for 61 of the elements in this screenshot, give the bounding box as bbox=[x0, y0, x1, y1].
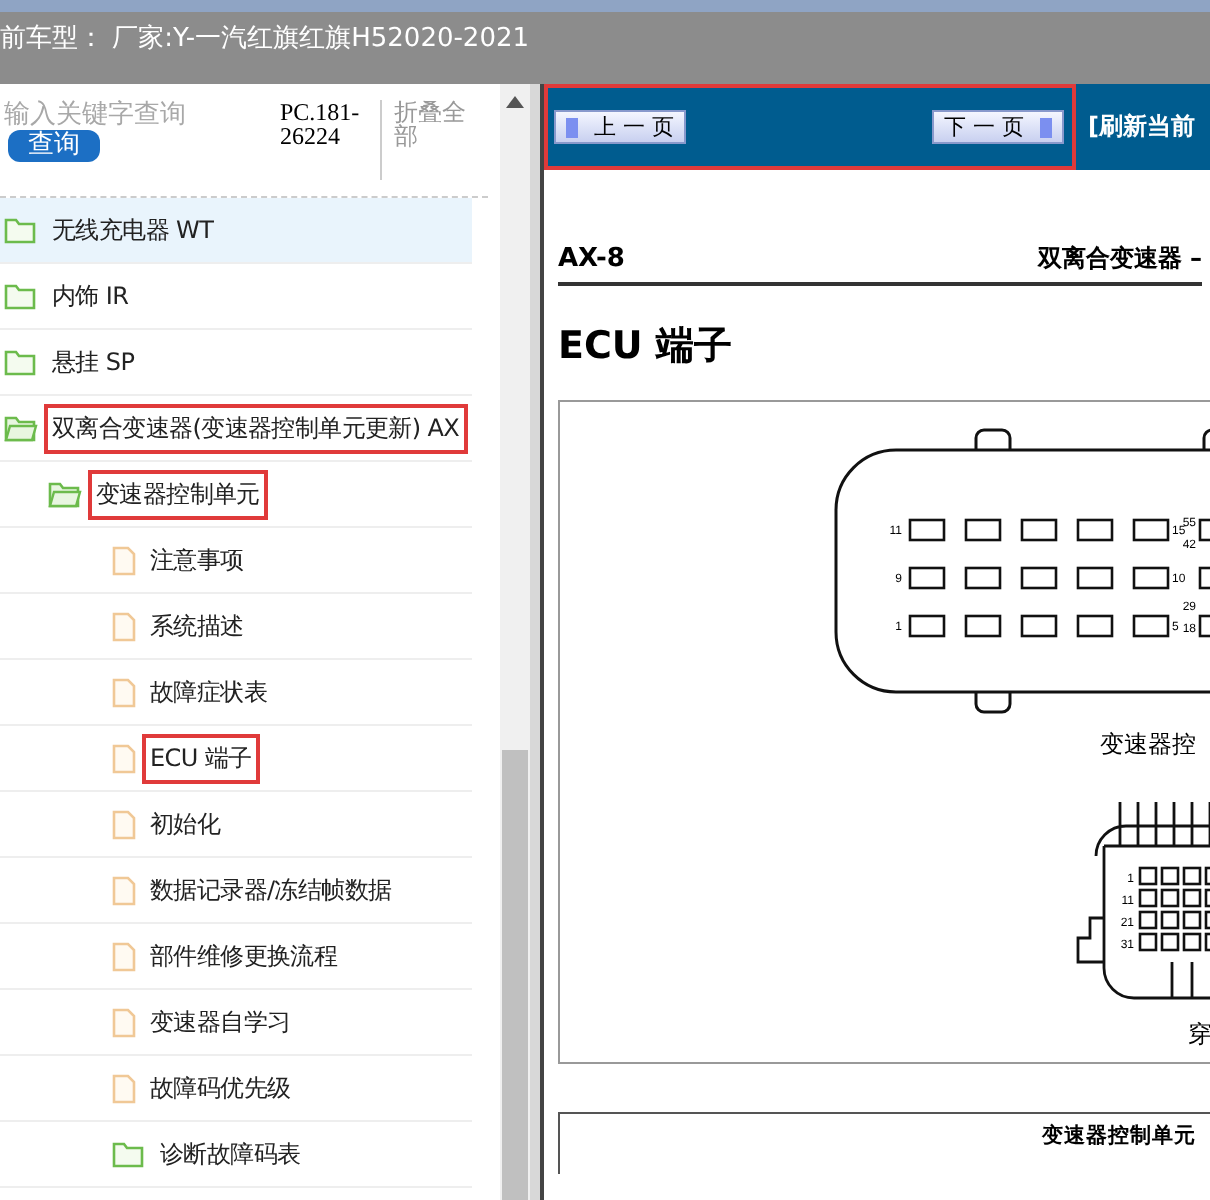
document-icon bbox=[112, 875, 136, 905]
refresh-link[interactable]: [刷新当前 bbox=[1088, 110, 1195, 144]
search-field[interactable]: 输入关键字查询 bbox=[4, 100, 264, 130]
tree-item[interactable]: 初始化 bbox=[0, 792, 472, 858]
tree-item[interactable]: 故障码优先级 bbox=[0, 1056, 472, 1122]
tree-item[interactable]: 系统描述 bbox=[0, 594, 472, 660]
tree-item[interactable]: 部件维修更换流程 bbox=[0, 924, 472, 990]
tree-item[interactable]: 数据记录器/冻结帧数据 bbox=[0, 858, 472, 924]
folder-icon bbox=[48, 480, 82, 508]
tree-item-label: 变速器控制单元 bbox=[88, 469, 268, 519]
document-icon bbox=[112, 1073, 136, 1103]
connector-caption: 穿 bbox=[1188, 1020, 1210, 1048]
section-title: 双离合变速器 – bbox=[1037, 242, 1202, 276]
document-icon bbox=[112, 1007, 136, 1037]
folder-icon bbox=[4, 282, 38, 310]
folder-icon bbox=[4, 348, 38, 376]
code-label: PC.181-26224 bbox=[280, 100, 382, 180]
tree-item[interactable]: 无线充电器 WT bbox=[0, 198, 472, 264]
scroll-up-icon[interactable] bbox=[506, 96, 524, 108]
page-number: AX-8 bbox=[558, 244, 625, 274]
folder-icon bbox=[4, 414, 38, 442]
folder-icon bbox=[4, 216, 38, 244]
tree-item-label: 内饰 IR bbox=[50, 279, 131, 313]
page-title: ECU 端子 bbox=[558, 322, 734, 372]
previous-page-button[interactable]: 上 一 页 bbox=[554, 110, 686, 144]
tree-item-label: 无线充电器 WT bbox=[50, 213, 216, 247]
document-icon bbox=[112, 941, 136, 971]
tree-item-label: 注意事项 bbox=[148, 543, 246, 577]
document-icon bbox=[112, 611, 136, 641]
tree-item[interactable]: 注意事项 bbox=[0, 528, 472, 594]
connector-caption: 变速器控 bbox=[1100, 730, 1196, 758]
tree-item-label: 系统描述 bbox=[148, 609, 246, 643]
scrollbar-thumb[interactable] bbox=[502, 750, 528, 1200]
document-icon bbox=[112, 545, 136, 575]
tree-item-label: 故障症状表 bbox=[148, 675, 270, 709]
window-title: 前车型： 厂家:Y-一汽红旗红旗H52020-2021 bbox=[0, 22, 532, 56]
folder-icon bbox=[112, 1140, 146, 1168]
tree-item-label: 部件维修更换流程 bbox=[148, 939, 340, 973]
tree-item-label: 诊断故障码表 bbox=[158, 1137, 303, 1171]
table-header: 变速器控制单元 bbox=[1042, 1121, 1196, 1152]
next-page-button[interactable]: 下 一 页 bbox=[932, 110, 1064, 144]
tree-item[interactable]: 变速器自学习 bbox=[0, 990, 472, 1056]
document-icon bbox=[112, 743, 136, 773]
tree-item-label: ECU 端子 bbox=[142, 733, 260, 783]
search-button[interactable]: 查询 bbox=[8, 130, 100, 162]
scrollbar[interactable] bbox=[500, 84, 530, 1200]
tree-item[interactable]: 诊断故障码表 bbox=[0, 1122, 472, 1188]
tree-item[interactable]: 变速器控制单元 bbox=[0, 462, 472, 528]
tree-item-label: 数据记录器/冻结帧数据 bbox=[148, 873, 394, 907]
document-icon bbox=[112, 809, 136, 839]
tree-item[interactable]: 双离合变速器(变速器控制单元更新) AX bbox=[0, 396, 472, 462]
document-icon bbox=[112, 677, 136, 707]
tree-item[interactable]: ECU 端子 bbox=[0, 726, 472, 792]
tree-item-label: 悬挂 SP bbox=[50, 345, 137, 379]
tree-item-label: 初始化 bbox=[148, 807, 223, 841]
tree-item-label: 变速器自学习 bbox=[148, 1005, 293, 1039]
tree-item[interactable]: 内饰 IR bbox=[0, 264, 472, 330]
tree-item-label: 故障码优先级 bbox=[148, 1071, 293, 1105]
tree-item[interactable]: 悬挂 SP bbox=[0, 330, 472, 396]
tree-item[interactable]: 故障症状表 bbox=[0, 660, 472, 726]
tree-item-label: 双离合变速器(变速器控制单元更新) AX bbox=[44, 403, 468, 453]
